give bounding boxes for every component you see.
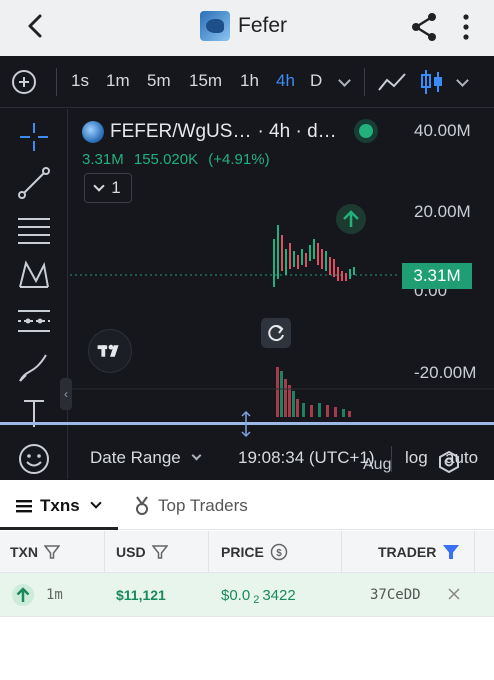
timeframe-dropdown-icon[interactable] [338, 74, 351, 87]
y-axis-label: -20.00M [414, 363, 477, 382]
timeframe-d[interactable]: D [310, 71, 322, 91]
table-row[interactable]: 1m $11,121 $0.0 2 3422 37CeDD [0, 573, 494, 617]
price-zero-count: 2 [253, 594, 260, 606]
back-arrow-icon[interactable] [22, 12, 50, 40]
crosshair-icon[interactable] [16, 119, 52, 155]
share-icon[interactable] [410, 12, 438, 42]
chevron-down-icon [192, 450, 202, 461]
symbol-interval: · 4h · d… [257, 121, 337, 142]
filter-icon[interactable] [44, 544, 60, 560]
column-header-label: USD [116, 544, 146, 560]
price-cell: $0.0 2 3422 [221, 573, 296, 617]
resize-handle-icon[interactable] [238, 410, 254, 438]
volume-value: 3.31M [82, 151, 124, 168]
volume-bars [276, 367, 351, 417]
symbol-legend[interactable]: FEFER/WgUS… · 4h · d… [82, 121, 337, 143]
column-header-price[interactable]: PRICE $ [221, 531, 288, 573]
pattern-tool-icon[interactable] [16, 257, 52, 293]
column-header-trader[interactable]: TRADER [378, 531, 460, 573]
svg-text:$: $ [276, 548, 282, 559]
tab-txns-label: Txns [40, 496, 80, 515]
divider [208, 531, 209, 573]
divider [56, 68, 57, 96]
arrow-up-icon[interactable] [336, 204, 366, 234]
price-prefix: $0.0 [221, 586, 251, 604]
trend-line-icon[interactable] [16, 165, 52, 201]
date-range-button[interactable]: Date Range [90, 448, 202, 468]
timeframe-1m[interactable]: 1m [106, 71, 130, 91]
timeframe-1s[interactable]: 1s [71, 71, 89, 91]
column-header-label: TXN [10, 544, 38, 560]
chevron-down-icon [93, 180, 105, 192]
filter-icon[interactable] [151, 544, 168, 560]
usd-cell: $11,121 [116, 587, 166, 603]
line-chart-icon[interactable] [377, 70, 407, 94]
date-range-label: Date Range [90, 448, 181, 467]
column-header-txn[interactable]: TXN [10, 531, 60, 573]
prediction-tool-icon[interactable] [16, 303, 52, 339]
txn-age: 1m [46, 587, 63, 603]
timeframe-4h[interactable]: 4h [276, 71, 295, 91]
title-group: Fefer [200, 10, 287, 42]
tab-txns[interactable]: Txns [16, 496, 102, 516]
active-tab-indicator [0, 527, 118, 530]
y-axis-label: 20.00M [414, 202, 471, 221]
candles [273, 225, 355, 287]
txn-cell: 1m [12, 573, 63, 617]
price-digits: 3422 [262, 586, 296, 604]
divider [391, 446, 392, 472]
column-header-label: PRICE [221, 544, 264, 560]
chart-type-dropdown-icon[interactable] [456, 74, 469, 87]
tradingview-logo-icon[interactable] [88, 329, 132, 373]
list-icon [16, 500, 32, 513]
brush-icon[interactable] [16, 349, 52, 385]
trader-address[interactable]: 37CeDD [370, 573, 421, 617]
divider [104, 531, 105, 573]
divider [474, 531, 475, 573]
indicators-collapse-button[interactable]: 1 [84, 173, 132, 203]
divider [364, 68, 365, 96]
auto-scale-toggle[interactable]: auto [445, 448, 478, 468]
price-value: 155.020K [133, 151, 199, 168]
change-value: (+4.91%) [208, 151, 270, 168]
symbol-stats: 3.31M 155.020K (+4.91%) [82, 151, 276, 168]
chart-bottom-bar: Date Range 19:08:34 (UTC+1) log auto [0, 438, 494, 480]
app-header: Fefer [0, 0, 494, 56]
table-header: TXN USD PRICE $ TRADER [0, 531, 494, 573]
token-logo [200, 11, 230, 41]
last-price-tag: 3.31M [402, 263, 472, 289]
text-tool-icon[interactable] [16, 395, 52, 431]
timeframe-toolbar: 1s 1m 5m 15m 1h 4h D [0, 56, 494, 108]
close-icon[interactable] [448, 588, 460, 600]
activity-tabs: Txns Top Traders [0, 484, 494, 530]
tab-top-traders-label: Top Traders [158, 496, 248, 515]
symbol-name: FEFER/WgUS… [110, 121, 252, 142]
indicator-count: 1 [111, 178, 121, 197]
clock-time[interactable]: 19:08:34 (UTC+1) [238, 448, 375, 468]
tab-top-traders[interactable]: Top Traders [134, 496, 248, 516]
candlestick-icon[interactable] [420, 68, 444, 96]
reset-chart-icon[interactable] [261, 318, 291, 348]
timeframe-5m[interactable]: 5m [147, 71, 171, 91]
live-status-icon [359, 124, 373, 138]
more-options-icon[interactable] [460, 14, 472, 40]
log-scale-toggle[interactable]: log [405, 448, 428, 468]
buy-arrow-icon [12, 584, 34, 606]
fib-retracement-icon[interactable] [16, 211, 52, 247]
column-header-label: TRADER [378, 544, 437, 560]
y-axis-label: 40.00M [414, 121, 471, 140]
page-title: Fefer [238, 14, 288, 37]
filter-active-icon[interactable] [442, 544, 460, 560]
timeframe-15m[interactable]: 15m [189, 71, 222, 91]
timeframe-1h[interactable]: 1h [240, 71, 259, 91]
currency-toggle-icon[interactable]: $ [270, 543, 288, 561]
chevron-down-icon [90, 497, 102, 509]
column-header-usd[interactable]: USD [116, 531, 168, 573]
add-indicator-icon[interactable] [12, 70, 36, 94]
divider [341, 531, 342, 573]
symbol-logo [82, 121, 104, 143]
medal-icon [136, 496, 148, 515]
